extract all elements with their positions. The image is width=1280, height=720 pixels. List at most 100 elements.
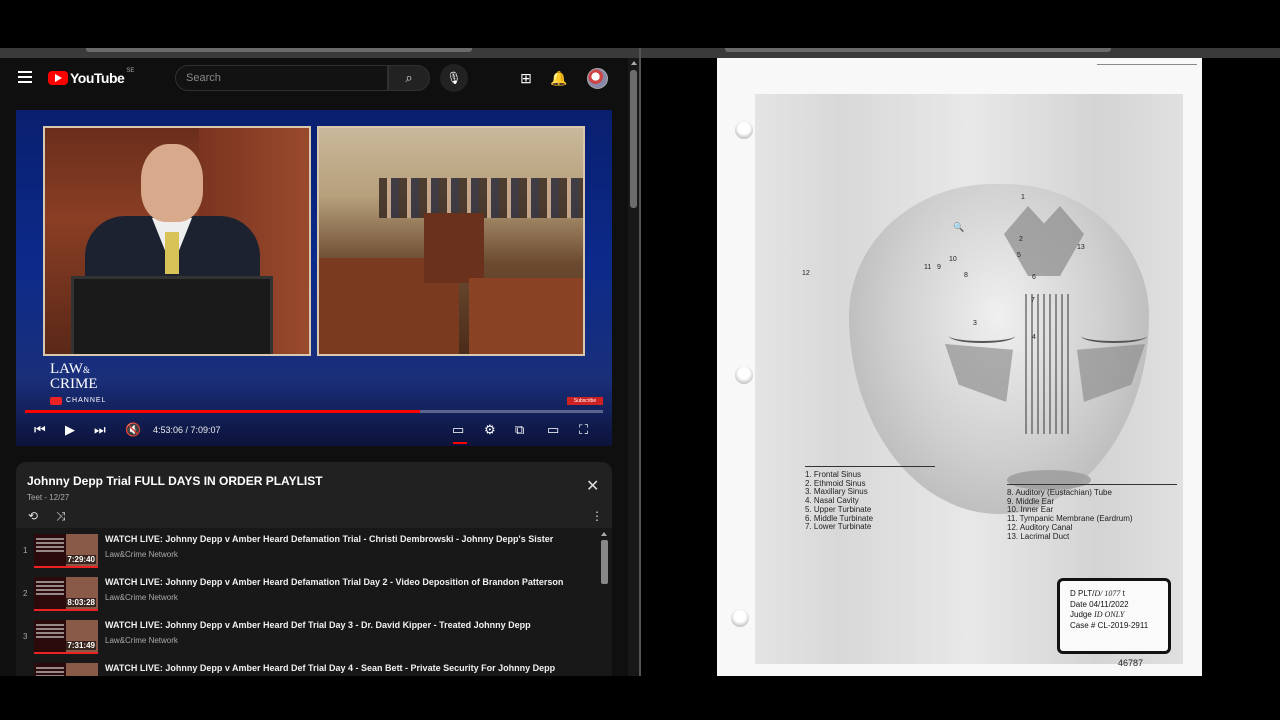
playlist-subtitle: Teet - 12/27 <box>27 493 70 502</box>
list-item[interactable]: 1 7:29:40 WATCH LIVE: Johnny Depp v Ambe… <box>16 528 596 570</box>
video-thumbnail[interactable] <box>34 663 98 676</box>
youtube-play-icon <box>48 71 68 85</box>
diagram-label: 4 <box>1032 334 1036 341</box>
search-button[interactable]: ⌕ <box>388 65 430 91</box>
search-input[interactable]: Search <box>175 65 388 91</box>
punch-hole <box>731 609 749 627</box>
document-number: 46787 <box>1118 658 1144 668</box>
duration-badge: 7:31:49 <box>66 641 96 650</box>
settings-icon[interactable]: ⚙ <box>484 421 496 439</box>
diagram-label: 5 <box>1017 252 1021 259</box>
video-thumbnail[interactable]: 7:29:40 <box>34 534 98 568</box>
create-video-icon[interactable]: ⊞ <box>516 68 536 88</box>
legend-item: 13. Lacrimal Duct <box>1007 531 1070 541</box>
more-options-icon[interactable]: ⋮ <box>591 509 603 523</box>
document-viewer-pane: 1 2 3 4 5 6 7 8 9 10 11 12 13 🔍 1. Front… <box>641 58 1280 676</box>
captions-active-indicator <box>453 442 467 444</box>
diagram-label: 8 <box>964 272 968 279</box>
video-title[interactable]: WATCH LIVE: Johnny Depp v Amber Heard De… <box>105 620 531 630</box>
search-icon: ⌕ <box>405 70 413 85</box>
play-icon[interactable]: ▶ <box>65 421 75 439</box>
avatar[interactable] <box>587 68 608 89</box>
item-index: 1 <box>23 546 28 555</box>
fullscreen-icon[interactable]: ⛶ <box>579 421 588 439</box>
diagram-label: 1 <box>1021 194 1025 201</box>
legend-item: 7. Lower Turbinate <box>805 522 872 532</box>
player-controls: ⏮ ▶ ⏭ 🔇 4:53:06 / 7:09:07 ▭ ⚙ ⧉ ▭ ⛶ <box>16 416 612 444</box>
document-page: 1 2 3 4 5 6 7 8 9 10 11 12 13 🔍 1. Front… <box>717 58 1202 676</box>
hamburger-icon[interactable] <box>18 71 32 83</box>
shuffle-icon[interactable]: ⤨ <box>56 509 66 524</box>
video-thumbnail[interactable]: 7:31:49 <box>34 620 98 654</box>
next-icon[interactable]: ⏭ <box>94 421 106 439</box>
witness-camera-view <box>43 126 311 356</box>
list-item[interactable]: 2 8:03:28 WATCH LIVE: Johnny Depp v Ambe… <box>16 571 596 613</box>
theater-mode-icon[interactable]: ▭ <box>547 421 559 439</box>
diagram-label: 13 <box>1077 244 1085 251</box>
left-window-tab-pill[interactable] <box>86 48 472 52</box>
diagram-label: 12 <box>802 270 810 277</box>
right-window-tab-pill[interactable] <box>725 48 1111 52</box>
playlist-title[interactable]: Johnny Depp Trial FULL DAYS IN ORDER PLA… <box>27 474 323 488</box>
punch-hole <box>735 366 753 384</box>
miniplayer-icon[interactable]: ⧉ <box>515 421 524 439</box>
captions-icon[interactable]: ▭ <box>452 421 464 439</box>
diagram-label: 10 <box>949 256 957 263</box>
time-display: 4:53:06 / 7:09:07 <box>153 425 221 435</box>
diagram-label: 2 <box>1019 236 1023 243</box>
item-index: 3 <box>23 632 28 641</box>
duration-badge: 7:29:40 <box>66 555 96 564</box>
previous-icon[interactable]: ⏮ <box>34 421 46 439</box>
item-index: 2 <box>23 589 28 598</box>
youtube-pane: YouTube SE Search ⌕ 🎙 ⊞ 🔔 LAW& CRIME CHA… <box>0 58 639 676</box>
list-item[interactable]: WATCH LIVE: Johnny Depp v Amber Heard De… <box>16 657 596 676</box>
magnifier-cursor-icon: 🔍 <box>953 222 965 232</box>
scroll-up-icon[interactable] <box>631 61 637 65</box>
mic-button[interactable]: 🎙 <box>440 64 468 92</box>
channel-name: Law&Crime Network <box>105 550 178 559</box>
channel-name: Law&Crime Network <box>105 636 178 645</box>
courtroom-camera-view <box>317 126 585 356</box>
progress-fill <box>25 410 420 413</box>
exhibit-stamp: D PLT/D/ 1077 t Date 04/11/2022 Judge ID… <box>1057 578 1171 654</box>
diagram-label: 7 <box>1031 297 1035 304</box>
list-item[interactable]: 3 7:31:49 WATCH LIVE: Johnny Depp v Ambe… <box>16 614 596 656</box>
playlist-panel: Johnny Depp Trial FULL DAYS IN ORDER PLA… <box>16 462 612 676</box>
playlist-items: 1 7:29:40 WATCH LIVE: Johnny Depp v Ambe… <box>16 528 612 676</box>
video-title[interactable]: WATCH LIVE: Johnny Depp v Amber Heard De… <box>105 663 555 673</box>
youtube-logo-text: YouTube <box>70 70 125 86</box>
sinus-anatomy-diagram: 1 2 3 4 5 6 7 8 9 10 11 12 13 <box>802 184 1149 514</box>
video-thumbnail[interactable]: 8:03:28 <box>34 577 98 611</box>
video-player[interactable]: LAW& CRIME CHANNEL Subscribe ⏮ ▶ ⏭ 🔇 4:5… <box>16 110 612 446</box>
scrollbar-thumb[interactable] <box>601 540 608 584</box>
subscribe-badge: Subscribe <box>567 397 603 405</box>
scrollbar-thumb[interactable] <box>630 70 637 208</box>
mute-icon[interactable]: 🔇 <box>125 421 141 439</box>
legend-left: 1. Frontal Sinus 2. Ethmoid Sinus 3. Max… <box>805 466 935 532</box>
top-black-bar <box>0 0 1280 48</box>
diagram-label: 6 <box>1032 274 1036 281</box>
close-icon[interactable]: ✕ <box>586 476 599 496</box>
law-crime-logo: LAW& CRIME CHANNEL <box>50 361 107 405</box>
legend-right: 8. Auditory (Eustachian) Tube 9. Middle … <box>1007 484 1177 541</box>
left-window-strip <box>0 48 640 58</box>
scroll-up-icon[interactable] <box>601 532 607 536</box>
youtube-header: YouTube SE Search ⌕ 🎙 ⊞ 🔔 <box>0 58 628 98</box>
youtube-logo[interactable]: YouTube SE <box>48 68 135 87</box>
diagram-label: 11 <box>924 264 932 271</box>
bell-icon[interactable]: 🔔 <box>549 68 569 88</box>
youtube-mini-icon <box>50 397 62 405</box>
country-code: SE <box>126 68 135 74</box>
progress-bar[interactable] <box>25 410 603 413</box>
scanned-exhibit: 1 2 3 4 5 6 7 8 9 10 11 12 13 🔍 1. Front… <box>755 94 1183 668</box>
page-scrollbar[interactable] <box>628 58 639 676</box>
diagram-label: 3 <box>973 320 977 327</box>
video-title[interactable]: WATCH LIVE: Johnny Depp v Amber Heard De… <box>105 577 563 587</box>
playlist-scrollbar[interactable] <box>600 530 608 676</box>
right-window-strip <box>641 48 1280 58</box>
loop-icon[interactable]: ⟲ <box>28 509 38 523</box>
duration-badge: 8:03:28 <box>66 598 96 607</box>
channel-name: Law&Crime Network <box>105 593 178 602</box>
video-title[interactable]: WATCH LIVE: Johnny Depp v Amber Heard De… <box>105 534 553 544</box>
mic-icon: 🎙 <box>446 71 462 85</box>
